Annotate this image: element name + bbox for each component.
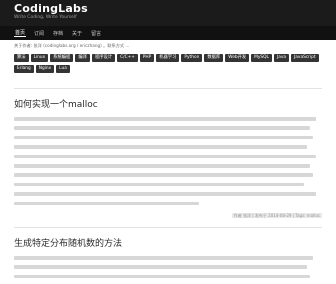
tag-item[interactable]: 编译 bbox=[75, 54, 90, 62]
tag-item[interactable]: PHP bbox=[139, 54, 155, 62]
text-line bbox=[14, 126, 310, 130]
article-meta-text: 作者 张洋 | 发布于 2014-08-29 | Tags: malloc bbox=[231, 213, 322, 218]
text-line bbox=[14, 201, 199, 206]
text-line bbox=[14, 163, 310, 168]
text-line bbox=[14, 256, 313, 260]
tag-item[interactable]: Python bbox=[181, 54, 203, 62]
text-line bbox=[14, 173, 313, 177]
tag-item[interactable]: 程序设计 bbox=[91, 54, 116, 62]
divider bbox=[14, 88, 322, 89]
tag-item[interactable]: 算法 bbox=[14, 54, 29, 62]
nav-item-about[interactable]: 关于 bbox=[71, 30, 83, 37]
site-header: CodingLabs Write Coding, Write Yourself bbox=[0, 0, 336, 26]
article-excerpt bbox=[14, 117, 322, 211]
tag-item[interactable]: Erlang bbox=[14, 64, 34, 73]
text-line bbox=[14, 192, 316, 196]
divider bbox=[14, 227, 322, 228]
site-tagline: Write Coding, Write Yourself bbox=[14, 15, 77, 20]
tag-item[interactable]: C/C++ bbox=[117, 54, 138, 62]
tag-item[interactable]: 系统编程 bbox=[50, 54, 74, 62]
text-line bbox=[14, 145, 307, 149]
tag-item[interactable]: 数据库 bbox=[204, 54, 224, 62]
tag-item[interactable]: Linux bbox=[30, 54, 49, 62]
main-nav: 首页 订阅 存档 关于 留言 bbox=[0, 26, 336, 40]
article-title[interactable]: 生成特定分布随机数的方法 bbox=[14, 236, 122, 249]
nav-item-guestbook[interactable]: 留言 bbox=[90, 30, 102, 37]
nav-item-subscribe[interactable]: 订阅 bbox=[33, 30, 45, 37]
article-meta: 作者 张洋 | 发布于 2014-08-29 | Tags: malloc bbox=[231, 213, 322, 219]
tag-item[interactable]: Web开发 bbox=[225, 54, 250, 62]
text-line bbox=[14, 154, 316, 159]
tag-item[interactable]: 机器学习 bbox=[156, 54, 180, 62]
tag-item[interactable]: JavaScript bbox=[291, 54, 319, 62]
tag-item[interactable]: Java bbox=[273, 54, 290, 62]
nav-item-archive[interactable]: 存档 bbox=[52, 30, 64, 37]
text-line bbox=[14, 182, 304, 187]
nav-item-home[interactable]: 首页 bbox=[14, 29, 27, 37]
text-line bbox=[14, 135, 313, 140]
tag-item[interactable]: Lua bbox=[56, 64, 70, 73]
text-line bbox=[14, 117, 316, 121]
article-title[interactable]: 如何实现一个malloc bbox=[14, 97, 98, 110]
text-line bbox=[14, 265, 307, 269]
tag-list: 算法 Linux 系统编程 编译 程序设计 C/C++ PHP 机器学习 Pyt… bbox=[14, 54, 326, 75]
author-intro: 关于作者: 张洋 (codinglabs.org / ericzhang) 。联… bbox=[14, 43, 130, 48]
tag-item[interactable]: Nginx bbox=[35, 64, 55, 73]
tag-item[interactable]: MySQL bbox=[251, 54, 272, 62]
text-line bbox=[14, 274, 310, 279]
site-title[interactable]: CodingLabs bbox=[14, 2, 88, 15]
